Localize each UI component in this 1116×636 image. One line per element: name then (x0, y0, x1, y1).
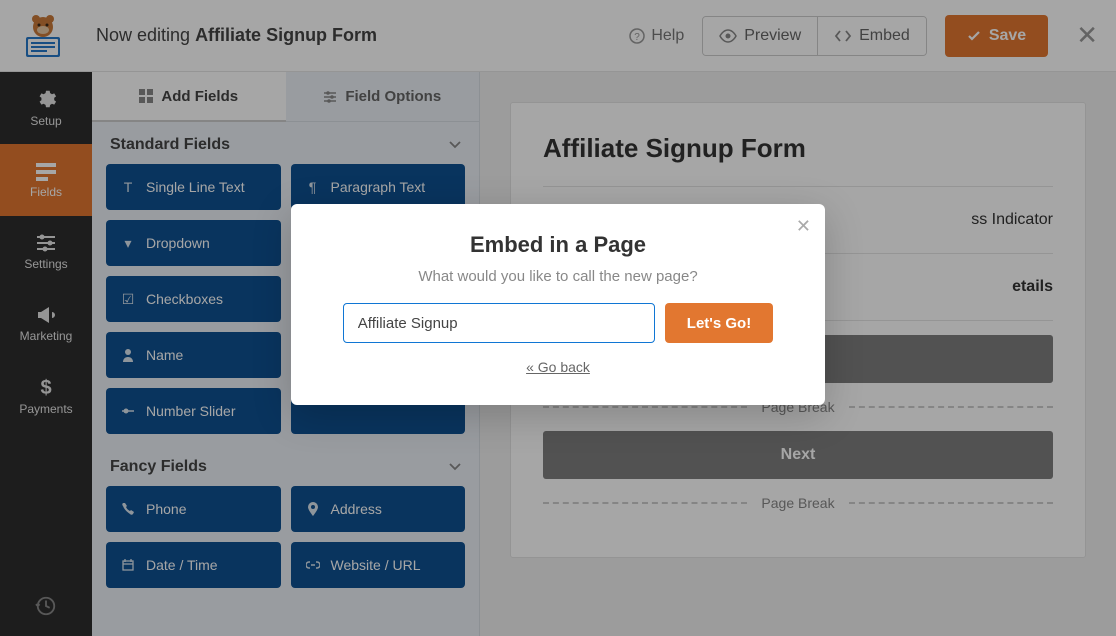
modal-form-row: Let's Go! (321, 303, 795, 343)
modal-title: Embed in a Page (321, 232, 795, 258)
page-name-input[interactable] (343, 303, 655, 343)
modal-close-icon[interactable]: ✕ (796, 216, 811, 237)
go-back-link[interactable]: « Go back (526, 359, 590, 375)
modal-subtitle: What would you like to call the new page… (321, 268, 795, 285)
modal-overlay[interactable]: ✕ Embed in a Page What would you like to… (0, 0, 1116, 636)
embed-modal: ✕ Embed in a Page What would you like to… (291, 204, 825, 405)
lets-go-button[interactable]: Let's Go! (665, 303, 773, 343)
